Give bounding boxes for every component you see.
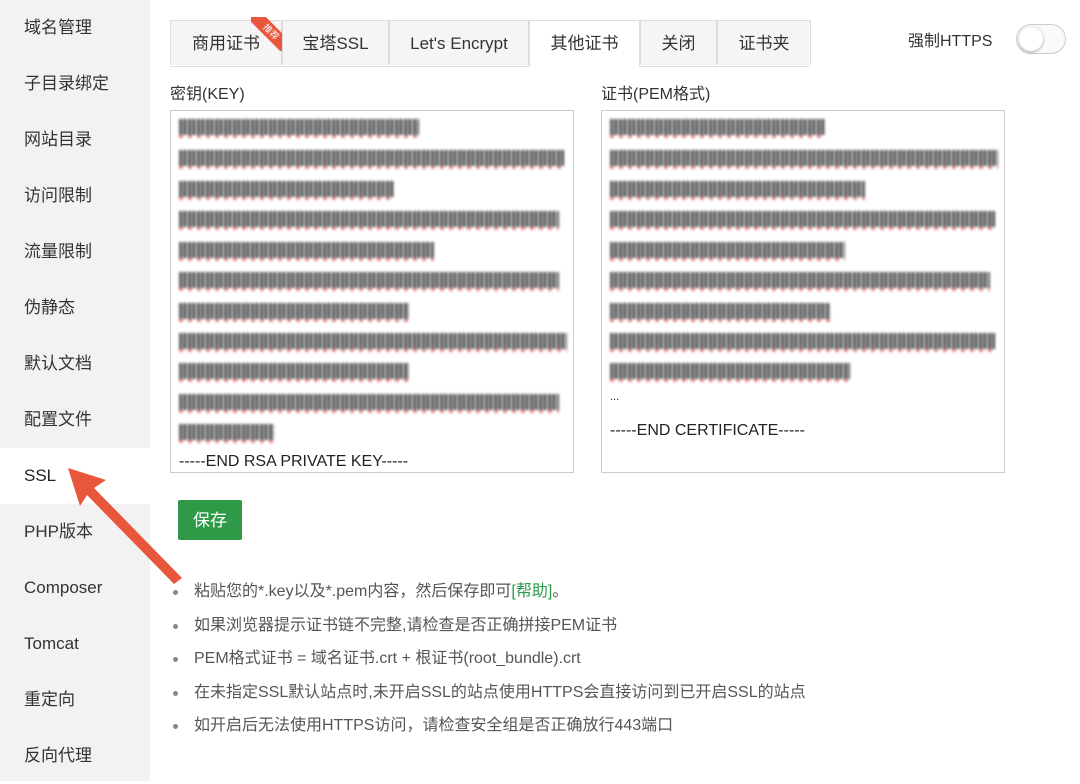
tab-label: 关闭 [661,34,696,53]
key-end-line: -----END RSA PRIVATE KEY----- [179,453,409,470]
tab-label: Let's Encrypt [410,34,508,53]
tab-label: 证书夹 [738,34,790,53]
tip-item: 在未指定SSL默认站点时,未开启SSL的站点使用HTTPS会直接访问到已开启SS… [170,681,806,715]
redacted-line [610,119,825,138]
force-https-label: 强制HTTPS [908,33,993,50]
redacted-line [610,363,850,382]
sidebar-item-redirect[interactable]: 重定向 [0,672,150,728]
sidebar: 域名管理 子目录绑定 网站目录 访问限制 流量限制 伪静态 默认文档 配置文件 … [0,0,150,781]
tip-item: 粘贴您的*.key以及*.pem内容，然后保存即可[帮助]。 [170,580,806,614]
sidebar-item-reverse-proxy[interactable]: 反向代理 [0,728,150,784]
help-link[interactable]: [帮助] [511,583,552,600]
redacted-line [179,181,394,200]
tab-bt-ssl[interactable]: 宝塔SSL [282,20,389,65]
tab-close[interactable]: 关闭 [640,20,717,65]
tip-item: PEM格式证书 = 域名证书.crt + 根证书(root_bundle).cr… [170,647,806,681]
redacted-line [610,181,865,200]
toggle-knob [1019,27,1043,51]
tip-text: 粘贴您的*.key以及*.pem内容，然后保存即可 [194,583,512,600]
force-https-toggle[interactable] [1016,24,1066,54]
tab-lets-encrypt[interactable]: Let's Encrypt [389,20,529,65]
redacted-line [179,424,274,443]
tip-item: 如果浏览器提示证书链不完整,请检查是否正确拼接PEM证书 [170,614,806,648]
recommend-ribbon: 推荐 [251,17,285,51]
redacted-line [610,333,995,352]
cert-end-line: -----END CERTIFICATE----- [610,422,805,439]
sidebar-item-domain-management[interactable]: 域名管理 [0,0,150,56]
cert-field-label: 证书(PEM格式) [601,86,711,103]
sidebar-item-subdirectory-binding[interactable]: 子目录绑定 [0,56,150,112]
redacted-line [179,150,564,169]
redacted-line [179,303,409,322]
redacted-line [179,211,559,230]
sidebar-item-default-document[interactable]: 默认文档 [0,336,150,392]
redacted-line [610,242,845,261]
redacted-line [179,363,409,382]
redacted-line [179,242,434,261]
tips-list: 粘贴您的*.key以及*.pem内容，然后保存即可[帮助]。 如果浏览器提示证书… [170,580,806,748]
redacted-line [179,119,419,138]
sidebar-item-rewrite[interactable]: 伪静态 [0,280,150,336]
key-field-label: 密钥(KEY) [170,86,245,103]
tab-label: 商用证书 [192,34,260,53]
redacted-line [610,211,995,230]
sidebar-item-access-restriction[interactable]: 访问限制 [0,168,150,224]
cert-textarea[interactable]: ... -----END CERTIFICATE----- [601,110,1005,473]
tab-cert-folder[interactable]: 证书夹 [717,20,811,65]
tab-label: 宝塔SSL [302,34,369,53]
sidebar-item-config-file[interactable]: 配置文件 [0,392,150,448]
sidebar-item-site-directory[interactable]: 网站目录 [0,112,150,168]
redacted-line [179,394,559,413]
tab-other-cert[interactable]: 其他证书 [529,20,640,67]
annotation-arrow-icon [68,468,182,584]
tip-item: 如开启后无法使用HTTPS访问，请检查安全组是否正确放行443端口 [170,714,806,748]
redacted-line [610,272,990,291]
tab-label: 其他证书 [550,34,619,53]
ssl-tabs: 商用证书 推荐 宝塔SSL Let's Encrypt 其他证书 关闭 证书夹 [170,17,811,67]
cert-tail-fragment: ... [610,391,620,403]
redacted-line [610,150,998,169]
redacted-line [610,303,830,322]
sidebar-item-traffic-limit[interactable]: 流量限制 [0,224,150,280]
tip-text: 。 [552,583,569,600]
key-textarea[interactable]: -----END RSA PRIVATE KEY----- [170,110,574,473]
redacted-line [179,272,559,291]
redacted-line [179,333,567,352]
sidebar-item-tomcat[interactable]: Tomcat [0,616,150,672]
tab-commercial-cert[interactable]: 商用证书 推荐 [170,17,285,65]
